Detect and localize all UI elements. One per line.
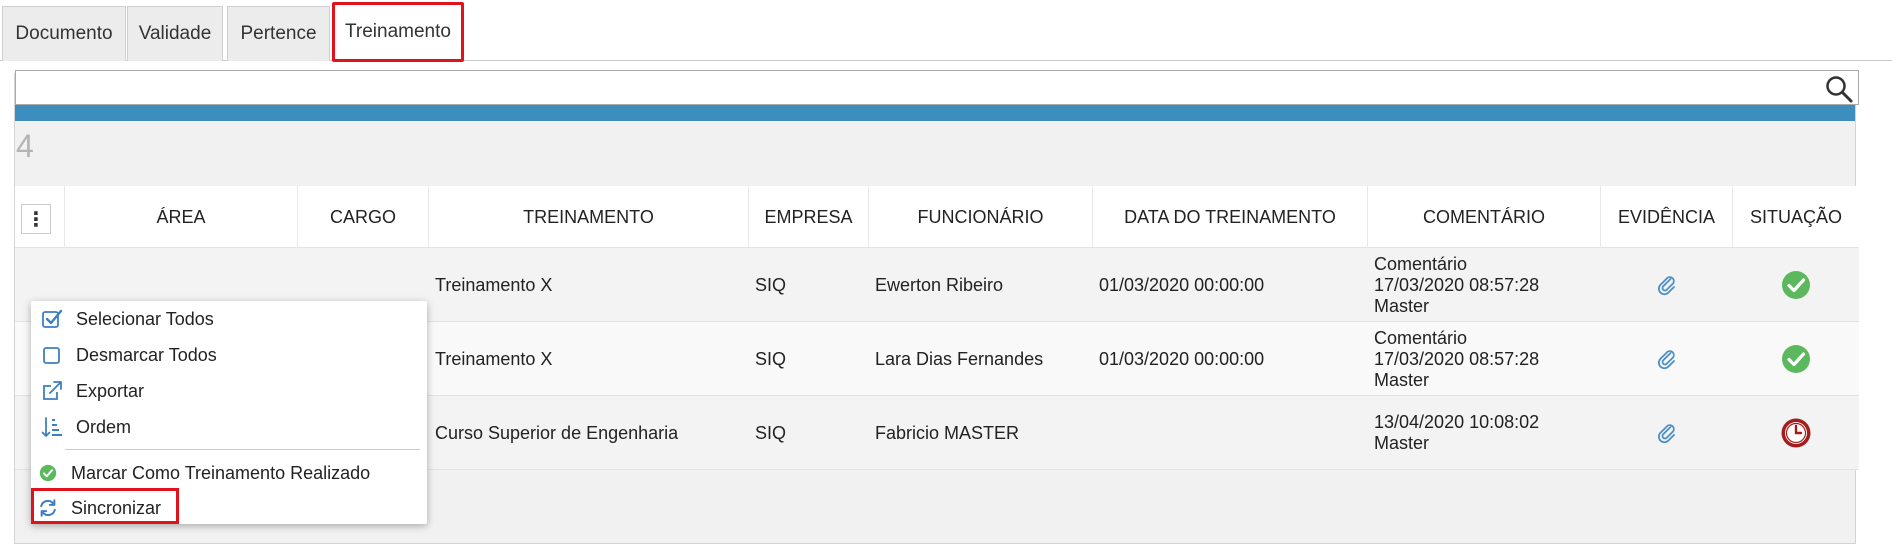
cell-comentario: Comentário 17/03/2020 08:57:28 Master <box>1368 322 1601 396</box>
menu-item-label: Desmarcar Todos <box>76 344 217 365</box>
cell-data: 01/03/2020 00:00:00 <box>1099 274 1265 295</box>
column-header-empresa[interactable]: EMPRESA <box>749 186 869 248</box>
cell-treinamento: Treinamento X <box>435 348 553 369</box>
menu-item-label: Exportar <box>76 380 145 401</box>
cell-funcionario: Lara Dias Fernandes <box>875 348 1044 369</box>
tab-bar: Documento Validade Pertence Treinamento <box>0 0 1892 62</box>
header-menu-cell: ⋮ <box>15 186 65 248</box>
paperclip-icon[interactable] <box>1656 422 1678 444</box>
checkbox-empty-icon <box>43 347 60 364</box>
menu-item-desmarcar-todos[interactable]: Desmarcar Todos <box>31 338 427 372</box>
column-header-area[interactable]: ÁREA <box>65 186 298 248</box>
check-circle-icon <box>1782 345 1810 373</box>
comentario-date: 17/03/2020 08:57:28 <box>1374 274 1540 295</box>
column-header-evidencia[interactable]: EVIDÊNCIA <box>1601 186 1733 248</box>
cell-empresa: SIQ <box>755 348 787 369</box>
menu-item-label: Marcar Como Treinamento Realizado <box>71 462 371 483</box>
tab-label: Validade <box>138 23 212 44</box>
paperclip-icon[interactable] <box>1656 348 1678 370</box>
cell-empresa: SIQ <box>755 274 787 295</box>
tab-validade[interactable]: Validade <box>127 6 223 61</box>
menu-item-marcar-realizado[interactable]: Marcar Como Treinamento Realizado <box>31 456 427 490</box>
table-header: ⋮ ÁREA CARGO TREINAMENTO EMPRESA FUNCION… <box>15 186 1859 248</box>
cell-situacao <box>1733 396 1859 470</box>
export-icon <box>43 381 62 400</box>
cell-data <box>1093 396 1368 470</box>
column-header-treinamento[interactable]: TREINAMENTO <box>429 186 749 248</box>
cell-evidencia <box>1601 248 1733 322</box>
sort-order-icon <box>41 417 62 437</box>
menu-item-ordem[interactable]: Ordem <box>31 410 427 444</box>
search-input[interactable] <box>16 71 1858 104</box>
search-box <box>15 70 1859 105</box>
comentario-text: Comentário <box>1374 327 1468 348</box>
paperclip-icon[interactable] <box>1656 274 1678 296</box>
tab-treinamento[interactable]: Treinamento <box>332 2 464 62</box>
tab-pertence[interactable]: Pertence <box>227 6 330 61</box>
tab-label: Treinamento <box>345 21 451 42</box>
cell-evidencia <box>1601 322 1733 396</box>
column-header-data[interactable]: DATA DO TREINAMENTO <box>1093 186 1368 248</box>
comentario-date: 13/04/2020 10:08:02 <box>1374 412 1540 432</box>
column-header-cargo[interactable]: CARGO <box>298 186 429 248</box>
menu-item-selecionar-todos[interactable]: Selecionar Todos <box>31 302 427 336</box>
checkbox-checked-icon <box>42 309 63 328</box>
column-header-situacao[interactable]: SITUAÇÃO <box>1733 186 1859 248</box>
search-icon[interactable] <box>1824 74 1854 104</box>
comentario-date: 17/03/2020 08:57:28 <box>1374 348 1540 369</box>
check-circle-icon <box>1782 271 1810 299</box>
table-menu-button[interactable]: ⋮ <box>21 204 51 234</box>
tab-documento[interactable]: Documento <box>2 6 126 61</box>
cell-treinamento: Curso Superior de Engenharia <box>435 422 679 443</box>
cell-empresa: SIQ <box>755 422 787 443</box>
menu-divider <box>65 449 420 450</box>
cell-situacao <box>1733 248 1859 322</box>
cell-comentario: Comentário 17/03/2020 08:57:28 Master <box>1368 248 1601 322</box>
cell-funcionario: Ewerton Ribeiro <box>875 274 1004 295</box>
cell-evidencia <box>1601 396 1733 470</box>
check-circle-icon <box>39 464 57 482</box>
cell-treinamento: Treinamento X <box>435 274 553 295</box>
menu-item-label: Selecionar Todos <box>76 308 214 329</box>
cell-comentario: 13/04/2020 10:08:02 Master <box>1368 396 1601 470</box>
menu-item-label: Ordem <box>76 416 132 437</box>
comentario-author: Master <box>1374 369 1430 390</box>
comentario-text: Comentário <box>1374 253 1468 274</box>
cell-situacao <box>1733 322 1859 396</box>
comentario-author: Master <box>1374 295 1430 316</box>
cell-funcionario: Fabricio MASTER <box>875 422 1020 443</box>
comentario-author: Master <box>1374 433 1430 453</box>
column-header-funcionario[interactable]: FUNCIONÁRIO <box>869 186 1093 248</box>
tab-label: Documento <box>15 23 113 44</box>
column-header-comentario[interactable]: COMENTÁRIO <box>1368 186 1601 248</box>
clock-icon <box>1781 418 1811 448</box>
menu-item-exportar[interactable]: Exportar <box>31 374 427 408</box>
sincronizar-highlight <box>31 488 179 524</box>
tab-label: Pertence <box>240 23 317 44</box>
record-count: 4 <box>16 128 34 164</box>
cell-data: 01/03/2020 00:00:00 <box>1099 348 1265 369</box>
